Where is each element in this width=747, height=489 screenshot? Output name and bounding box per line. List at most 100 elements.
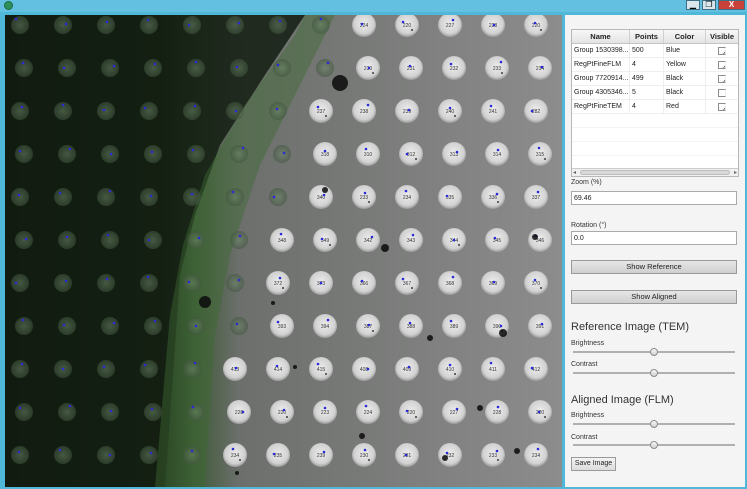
debris-particle [532, 234, 538, 240]
grid-hole [15, 59, 33, 77]
table-row[interactable]: RegPtFineTEM4Red ✓ [572, 100, 738, 114]
column-header-visible[interactable]: Visible [706, 30, 738, 43]
visible-checkbox[interactable]: ✓ [718, 46, 726, 55]
debris-particle [514, 448, 520, 454]
blue-point-marker [143, 363, 147, 367]
row-color: Black [664, 72, 706, 85]
blue-point-marker [190, 449, 194, 453]
debris-particle [381, 244, 389, 252]
blue-point-marker [449, 319, 453, 323]
visible-checkbox[interactable]: ✓ [718, 60, 726, 69]
hole-number-label: 310 [364, 152, 373, 158]
blue-point-marker [366, 103, 370, 107]
hole-number-label: 228 [493, 410, 502, 416]
slider-thumb[interactable] [650, 441, 658, 449]
blue-point-marker [326, 61, 330, 65]
row-name: Group 4305346... [572, 86, 630, 99]
slider-thumb[interactable] [650, 369, 658, 377]
row-color: Yellow [664, 58, 706, 71]
hole-number-label: 227 [450, 410, 459, 416]
show-reference-button[interactable]: Show Reference [571, 260, 737, 274]
hole-number-label: 415 [317, 367, 326, 373]
hole-number-label: 312 [407, 152, 416, 158]
scrollbar-thumb[interactable] [580, 170, 730, 175]
slider-thumb[interactable] [650, 348, 658, 356]
grid-hole [226, 188, 244, 206]
black-point-marker [540, 287, 542, 289]
blue-point-marker [61, 103, 65, 107]
table-row[interactable]: RegPtFineFLM4Yellow ✓ [572, 58, 738, 72]
aligned-contrast-slider[interactable] [573, 441, 735, 449]
hole-number-label: 368 [446, 281, 455, 287]
grid-hole [144, 145, 162, 163]
reference-contrast-label: Contrast [571, 361, 598, 368]
visible-checkbox[interactable]: ✓ [718, 102, 726, 111]
blue-point-marker [147, 238, 151, 242]
maximize-button[interactable]: ❐ [702, 0, 716, 10]
black-point-marker [501, 72, 503, 74]
black-point-marker [282, 287, 284, 289]
blue-point-marker [364, 404, 368, 408]
blue-point-marker [58, 448, 62, 452]
blue-point-marker [363, 448, 367, 452]
row-points: 5 [630, 86, 664, 99]
black-point-marker [368, 201, 370, 203]
hole-number-label: 282 [532, 109, 541, 115]
row-visible-cell [706, 86, 738, 99]
blue-point-marker [323, 149, 327, 153]
blue-point-marker [408, 321, 412, 325]
minimize-button[interactable]: ▁ [686, 0, 700, 10]
hole-number-label: 230 [360, 453, 369, 459]
debris-particle [499, 329, 507, 337]
grid-hole [187, 231, 205, 249]
blue-point-marker [322, 450, 326, 454]
slider-thumb[interactable] [650, 420, 658, 428]
show-aligned-button[interactable]: Show Aligned [571, 290, 737, 304]
hole-number-label: 231 [407, 66, 416, 72]
blue-point-marker [275, 107, 279, 111]
row-name: RegPtFineTEM [572, 100, 630, 113]
rotation-input[interactable] [571, 231, 737, 245]
column-header-name[interactable]: Name [572, 30, 630, 43]
grid-hole [97, 16, 115, 34]
reference-contrast-slider[interactable] [573, 369, 735, 377]
scroll-left-icon[interactable]: ◂ [573, 169, 576, 176]
table-row[interactable]: Group 4305346... 5 Black [572, 86, 738, 100]
row-color: Blue [664, 44, 706, 57]
column-header-points[interactable]: Points [630, 30, 664, 43]
table-body: Group 1530398...500Blue✓RegPtFineFLM4Yel… [572, 44, 738, 170]
hole-number-label: 394 [321, 324, 330, 330]
grid-hole [97, 188, 115, 206]
black-point-marker [372, 72, 374, 74]
grid-hole [144, 231, 162, 249]
grid-hole [11, 16, 29, 34]
blue-point-marker [360, 22, 364, 26]
blue-point-marker [279, 232, 283, 236]
column-header-color[interactable]: Color [664, 30, 706, 43]
table-horizontal-scrollbar[interactable]: ◂ ▸ [572, 168, 738, 176]
zoom-input[interactable] [571, 191, 737, 205]
blue-point-marker [495, 192, 499, 196]
grid-hole [97, 274, 115, 292]
blue-point-marker [194, 324, 198, 328]
blue-point-marker [496, 148, 500, 152]
overlay-image[interactable]: 224 220 227 228 220 230 231 232 233 234 237 238 239 2… [5, 15, 562, 487]
layers-table[interactable]: Name Points Color Visible Group 1530398.… [571, 29, 739, 177]
hole-number-label: 233 [493, 66, 502, 72]
visible-checkbox[interactable]: ✓ [718, 74, 726, 83]
blue-point-marker [533, 21, 537, 25]
aligned-brightness-slider[interactable] [573, 420, 735, 428]
blue-point-marker [316, 362, 320, 366]
scroll-right-icon[interactable]: ▸ [734, 169, 737, 176]
save-image-button[interactable]: Save Image [571, 457, 616, 471]
grid-hole [187, 403, 205, 421]
debris-particle [199, 296, 211, 308]
visible-checkbox[interactable] [718, 88, 726, 97]
table-row[interactable]: Group 1530398...500Blue ✓ [572, 44, 738, 58]
image-viewport[interactable]: 224 220 227 228 220 230 231 232 233 234 237 238 239 2… [5, 15, 562, 487]
blue-point-marker [20, 105, 24, 109]
blue-point-marker [21, 318, 25, 322]
table-row[interactable]: Group 7720914...499Black ✓ [572, 72, 738, 86]
close-button[interactable]: X [718, 0, 745, 10]
reference-brightness-slider[interactable] [573, 348, 735, 356]
